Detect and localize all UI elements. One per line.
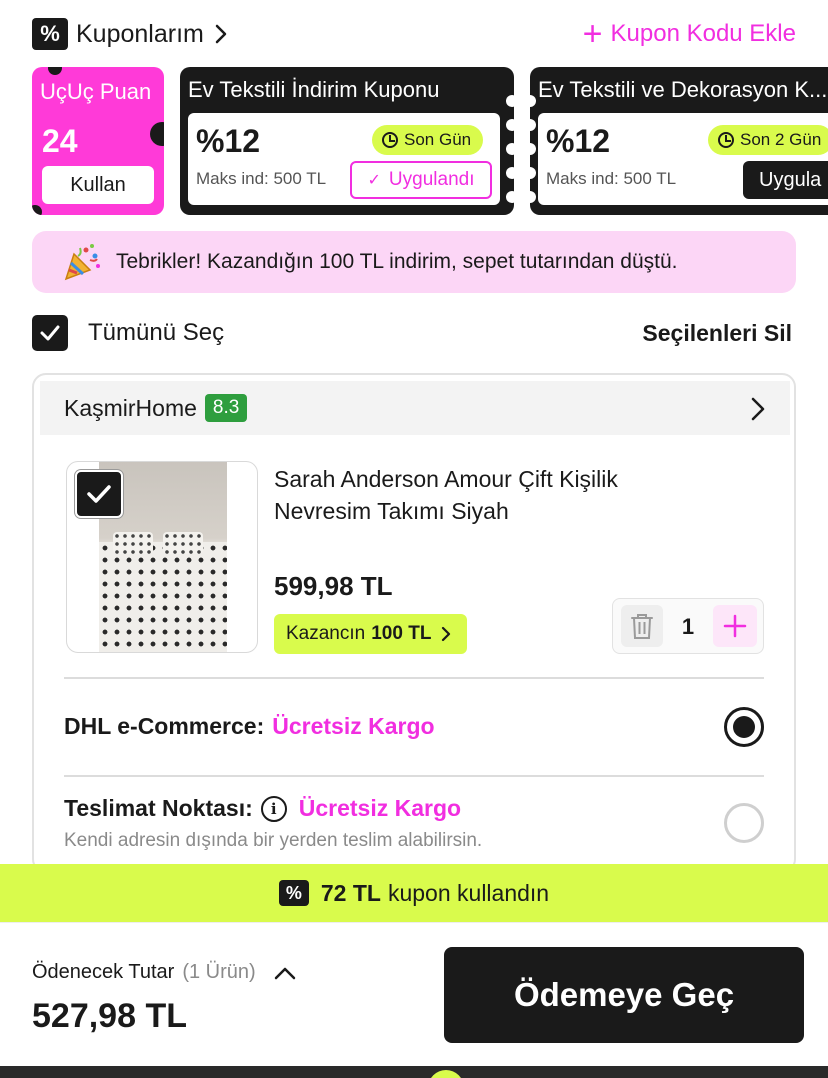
coupon-discount: %12 [196, 123, 261, 159]
seller-card: KaşmirHome 8.3 Sarah Anderson Amour Çift… [32, 373, 796, 873]
shipping-radio-selected[interactable] [724, 707, 764, 747]
product-checkbox[interactable] [75, 470, 123, 518]
select-all-checkbox[interactable]: Tümünü Seç [32, 315, 224, 351]
total-label: Ödenecek Tutar [32, 961, 175, 983]
seller-name: KaşmirHome [64, 394, 197, 421]
trash-icon [631, 614, 653, 639]
party-popper-icon [64, 244, 100, 281]
product-price: 599,98 TL [274, 571, 393, 601]
check-icon: ✓ [367, 172, 381, 189]
select-all-label: Tümünü Seç [88, 319, 225, 346]
total-summary-toggle[interactable]: Ödenecek Tutar (1 Ürün) [32, 961, 296, 984]
delete-selected-button[interactable]: Seçilenleri Sil [642, 320, 792, 347]
checkbox-checked-icon [32, 315, 68, 351]
coupons-title: Kuponlarım [76, 19, 204, 48]
add-coupon-code-button[interactable]: + Kupon Kodu Ekle [583, 16, 796, 52]
increase-quantity-button[interactable] [713, 605, 757, 647]
coupon-used-amount: 72 TL [320, 879, 381, 906]
shipping-label: DHL e-Commerce: [64, 713, 265, 739]
earnings-amount: 100 TL [371, 623, 432, 644]
clock-icon [382, 132, 398, 148]
seller-score-badge: 8.3 [204, 394, 248, 422]
quantity-stepper: 1 [612, 598, 764, 654]
seller-header[interactable]: KaşmirHome 8.3 [40, 381, 790, 435]
check-icon [87, 485, 111, 503]
plus-icon [723, 614, 747, 638]
shipping-value: Ücretsiz Kargo [298, 795, 462, 821]
percent-icon: % [278, 880, 309, 906]
points-title: UçUç Puan [40, 79, 152, 104]
apply-coupon-button[interactable]: Uygula [743, 161, 828, 199]
bottom-nav-bar [0, 1066, 828, 1078]
earnings-badge[interactable]: Kazancın 100 TL [274, 614, 468, 654]
chevron-right-icon [751, 397, 765, 421]
coupon-name: Ev Tekstili ve Dekorasyon K... [538, 77, 828, 102]
shipping-radio[interactable] [724, 803, 764, 843]
deadline-badge: Son 2 Gün [708, 125, 828, 155]
coupon-card: Ev Tekstili İndirim Kuponu %12 Maks ind:… [180, 67, 514, 215]
chevron-right-icon [215, 24, 227, 44]
checkout-button[interactable]: Ödemeye Geç [444, 947, 804, 1043]
chevron-right-icon [442, 626, 451, 642]
shipping-value: Ücretsiz Kargo [272, 713, 435, 739]
coupon-max-discount: Maks ind: 500 TL [546, 169, 677, 188]
product-title[interactable]: Sarah Anderson Amour Çift Kişilik Nevres… [274, 463, 714, 527]
coupon-discount: %12 [546, 123, 611, 159]
clock-icon [718, 132, 734, 148]
nav-indicator [428, 1070, 464, 1078]
coupon-used-text: kupon kullandın [387, 879, 550, 906]
delete-item-button[interactable] [621, 605, 663, 647]
add-coupon-label: Kupon Kodu Ekle [610, 20, 796, 47]
chevron-up-icon [274, 967, 295, 979]
coupon-max-discount: Maks ind: 500 TL [196, 169, 327, 188]
coupon-card: Ev Tekstili ve Dekorasyon K... %12 Maks … [530, 67, 828, 215]
info-icon[interactable]: i [260, 795, 287, 822]
total-amount: 527,98 TL [32, 997, 187, 1035]
coupon-used-bar: % 72 TL kupon kullandın [0, 864, 828, 922]
shipping-subtext: Kendi adresin dışında bir yerden teslim … [64, 830, 483, 851]
points-card: UçUç Puan 24 Kullan [32, 67, 164, 215]
shipping-option-pickup[interactable]: Teslimat Noktası: i Ücretsiz Kargo [64, 795, 461, 822]
quantity-value: 1 [681, 614, 695, 639]
item-count: (1 Ürün) [182, 961, 256, 983]
shipping-label: Teslimat Noktası: [64, 795, 253, 821]
checkout-footer: Ödenecek Tutar (1 Ürün) 527,98 TL Ödemey… [0, 922, 828, 1066]
coupon-name: Ev Tekstili İndirim Kuponu [188, 77, 440, 102]
deadline-badge: Son Gün [372, 125, 484, 155]
congrats-text: Tebrikler! Kazandığın 100 TL indirim, se… [116, 250, 678, 273]
shipping-option-dhl[interactable]: DHL e-Commerce: Ücretsiz Kargo [64, 713, 435, 740]
coupon-applied-button[interactable]: ✓ Uygulandı [350, 161, 492, 199]
use-points-button[interactable]: Kullan [42, 166, 154, 204]
points-value: 24 [42, 123, 78, 159]
plus-icon: + [582, 15, 603, 53]
discount-congrats-banner: Tebrikler! Kazandığın 100 TL indirim, se… [32, 231, 796, 293]
coupons-header[interactable]: % Kuponlarım [32, 16, 228, 52]
percent-icon: % [32, 18, 68, 50]
